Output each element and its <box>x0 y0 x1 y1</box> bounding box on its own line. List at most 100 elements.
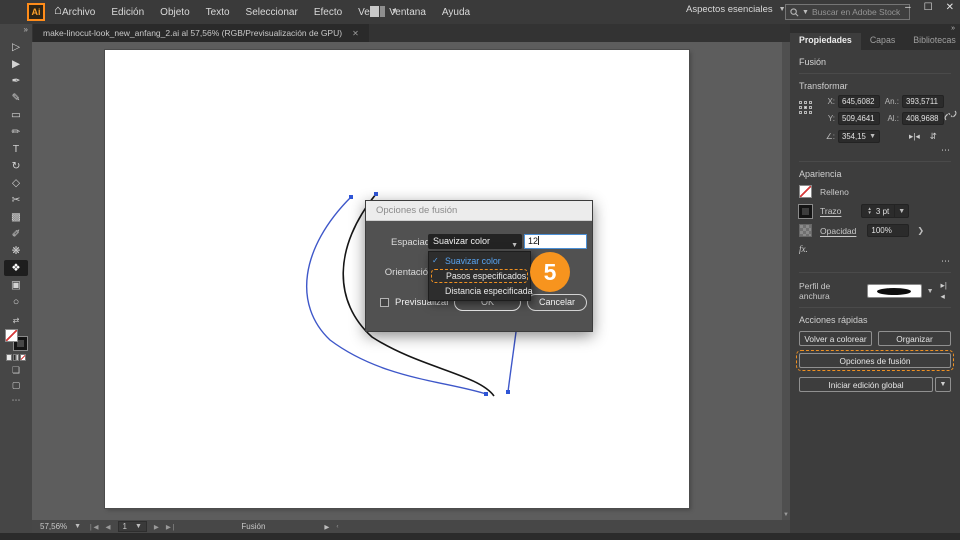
dialog-title[interactable]: Opciones de fusión <box>366 201 592 221</box>
opacity-swatch[interactable] <box>799 224 812 237</box>
cancel-button[interactable]: Cancelar <box>527 294 587 311</box>
shaper-tool[interactable]: ◇ <box>4 175 28 191</box>
adobe-stock-search[interactable]: ▼ Buscar en Adobe Stock <box>785 4 910 20</box>
stroke-weight-stepper[interactable]: ▲ ▼ 3 pt ▼ <box>861 204 910 218</box>
illustrator-logo-icon[interactable]: Ai <box>27 3 45 21</box>
first-artboard-icon[interactable]: ❘◀ <box>88 523 98 531</box>
screen-mode-icon[interactable]: ▢ <box>12 380 21 391</box>
symbol-sprayer-tool[interactable]: ❋ <box>4 243 28 259</box>
zoom-level[interactable]: 57,56% <box>40 522 67 531</box>
flip-horizontal-icon[interactable]: ▸|◂ <box>909 131 920 142</box>
fx-icon[interactable]: fx. <box>799 244 951 254</box>
rotate-tool[interactable]: ↻ <box>4 158 28 174</box>
opacity-expand-icon[interactable]: ❯ <box>917 226 924 235</box>
panel-tab-propiedades[interactable]: Propiedades <box>790 33 861 50</box>
direct-selection-tool[interactable]: ▶ <box>4 56 28 72</box>
workspace-switcher[interactable]: Aspectos esenciales ▼ <box>686 4 786 15</box>
toolbar-more-icon[interactable]: ⋯ <box>12 395 21 406</box>
y-field[interactable]: 509,4641 <box>838 112 880 125</box>
artboard-chevron-icon[interactable]: ▼ <box>135 523 142 530</box>
artboard-tool[interactable]: ▣ <box>4 277 28 293</box>
menu-texto[interactable]: Texto <box>206 7 230 18</box>
menu-objeto[interactable]: Objeto <box>160 7 189 18</box>
next-artboard-icon[interactable]: ▶ <box>154 523 159 531</box>
recolor-button[interactable]: Volver a colorear <box>799 331 872 346</box>
color-button[interactable] <box>6 354 12 361</box>
artboard-navigation[interactable]: 1 ▼ <box>117 521 147 532</box>
pen-tool[interactable]: ✒ <box>4 73 28 89</box>
maximize-button[interactable]: ☐ <box>924 2 933 13</box>
angle-field[interactable]: 354,15 ▼ <box>838 130 880 143</box>
paintbrush-tool[interactable]: ✏ <box>4 124 28 140</box>
panel-tab-capas[interactable]: Capas <box>861 33 904 50</box>
search-scope-chevron-icon[interactable]: ▼ <box>802 9 809 16</box>
rectangle-tool[interactable]: ▭ <box>4 107 28 123</box>
selection-tool[interactable]: ▷ <box>4 39 28 55</box>
global-edit-chevron-icon[interactable]: ▼ <box>935 377 951 392</box>
menu-item-distancia-especificada[interactable]: Distancia especificada <box>429 284 533 298</box>
curvature-tool[interactable]: ✎ <box>4 90 28 106</box>
gradient-button[interactable] <box>13 354 19 361</box>
status-expand-icon[interactable]: ▶ <box>324 523 329 531</box>
stroke-label[interactable]: Trazo <box>820 206 841 216</box>
height-field[interactable]: 408,9688 <box>902 112 944 125</box>
stroke-swatch[interactable] <box>798 203 813 219</box>
checkbox-icon[interactable] <box>380 298 389 307</box>
close-button[interactable]: ✕ <box>946 2 954 13</box>
opacity-row[interactable]: Opacidad 100% ❯ <box>799 224 951 237</box>
arrange-documents-icon[interactable] <box>370 6 386 17</box>
stroke-weight-chevron-icon[interactable]: ▼ <box>895 204 910 218</box>
document-tab[interactable]: make-linocut-look_new_anfang_2.ai al 57,… <box>33 24 369 42</box>
flip-along-icon[interactable]: ▸|◂ <box>941 280 952 302</box>
spacing-select[interactable]: Suavizar color ▼ <box>428 234 522 249</box>
menu-seleccionar[interactable]: Seleccionar <box>246 7 298 18</box>
menu-item-pasos-especificados[interactable]: Pasos especificados <box>431 269 528 283</box>
menu-item-suavizar-color[interactable]: ✓ Suavizar color <box>429 254 530 268</box>
drawing-modes-icon[interactable]: ❏ <box>12 365 20 376</box>
swap-fill-stroke-icon[interactable]: ⇄ <box>13 316 20 325</box>
blend-tool[interactable]: ❖ <box>4 259 28 276</box>
blend-options-button[interactable]: Opciones de fusión <box>795 349 955 372</box>
steps-input[interactable]: 12 <box>524 234 587 249</box>
chevron-down-icon[interactable]: ▼ <box>927 288 934 295</box>
x-field[interactable]: 645,6082 <box>838 95 880 108</box>
fill-none-swatch[interactable] <box>5 329 18 342</box>
canvas-area[interactable]: Opciones de fusión Espaciado: Suavizar c… <box>32 42 790 520</box>
menu-ayuda[interactable]: Ayuda <box>442 7 470 18</box>
zoom-chevron-icon[interactable]: ▼ <box>74 523 81 530</box>
arrange-button[interactable]: Organizar <box>878 331 951 346</box>
width-field[interactable]: 393,5711 <box>902 95 944 108</box>
none-button[interactable] <box>20 354 26 361</box>
appearance-more-icon[interactable]: ⋯ <box>799 256 951 267</box>
fill-stroke-indicator[interactable] <box>5 329 28 351</box>
global-edit-button[interactable]: Iniciar edición global <box>799 377 933 392</box>
stroke-row[interactable]: Trazo ▲ ▼ 3 pt ▼ <box>798 203 951 219</box>
menu-efecto[interactable]: Efecto <box>314 7 342 18</box>
menu-edicio-n[interactable]: Edición <box>111 7 144 18</box>
tab-close-icon[interactable]: ✕ <box>352 29 359 38</box>
opacity-label[interactable]: Opacidad <box>820 226 856 236</box>
stepper-arrows-icon[interactable]: ▲ ▼ <box>867 206 871 215</box>
home-icon[interactable]: ⌂ <box>54 2 62 17</box>
flip-vertical-icon[interactable]: ⇵ <box>930 131 937 142</box>
opacity-field[interactable]: 100% <box>867 224 910 237</box>
reference-point-icon[interactable] <box>799 101 812 114</box>
unlink-proportions-icon[interactable] <box>944 109 957 122</box>
transform-more-icon[interactable]: ⋯ <box>799 145 951 156</box>
eyedropper-tool[interactable]: ✐ <box>4 226 28 242</box>
minimize-button[interactable]: – <box>905 2 911 13</box>
previous-artboard-icon[interactable]: ◀ <box>106 523 111 531</box>
panel-tab-bibliotecas[interactable]: Bibliotecas <box>904 33 960 50</box>
color-mode-buttons[interactable] <box>6 354 26 361</box>
menu-archivo[interactable]: Archivo <box>62 7 95 18</box>
status-back-icon[interactable]: ‹ <box>336 523 338 530</box>
fill-row[interactable]: Relleno <box>799 185 951 198</box>
toolbar-collapse-icon[interactable]: » <box>0 24 32 34</box>
fill-none-swatch[interactable] <box>799 185 812 198</box>
last-artboard-icon[interactable]: ▶❘ <box>166 523 176 531</box>
scissors-tool[interactable]: ✂ <box>4 192 28 208</box>
gradient-tool[interactable]: ▩ <box>4 209 28 225</box>
zoom-tool[interactable]: ○ <box>4 294 28 310</box>
width-profile-select[interactable] <box>866 284 922 298</box>
panel-collapse-icon[interactable]: » <box>951 25 955 32</box>
